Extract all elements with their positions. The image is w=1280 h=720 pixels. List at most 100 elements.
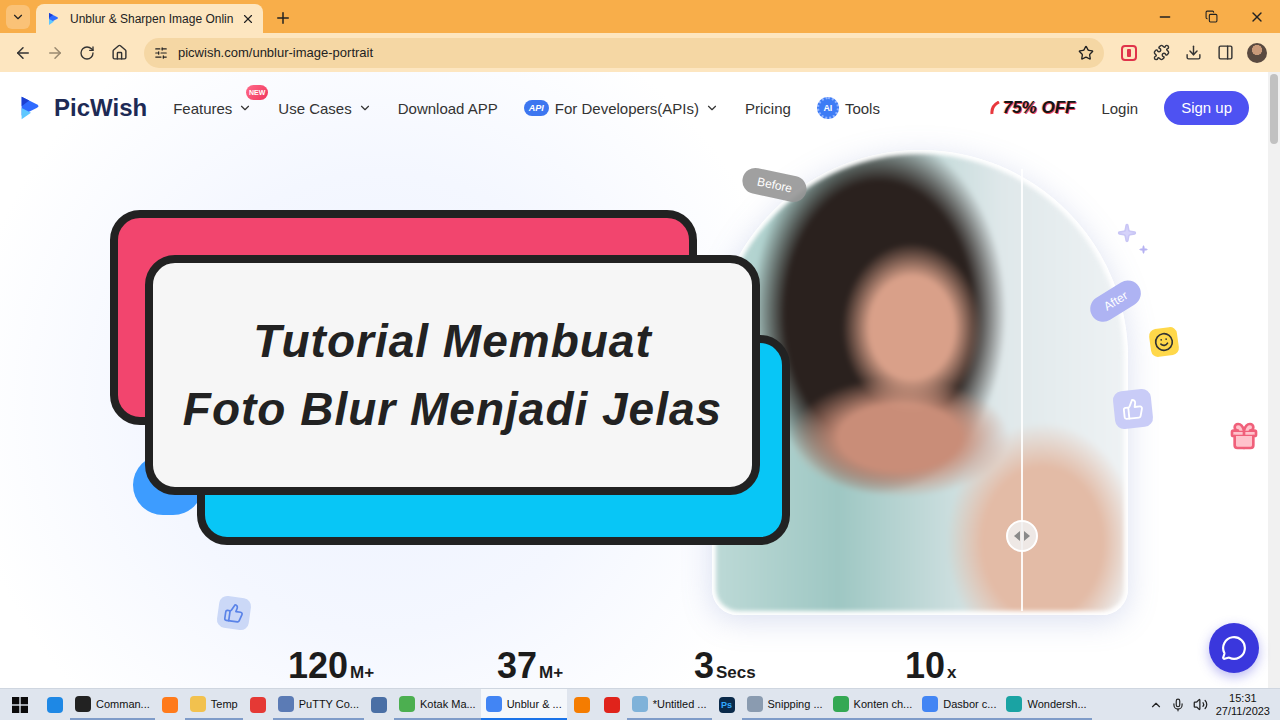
scrollbar[interactable] xyxy=(1268,72,1280,688)
taskbar-app[interactable]: Ps xyxy=(712,689,742,720)
taskbar-app[interactable] xyxy=(155,689,185,720)
stat-value: 37 xyxy=(497,646,537,686)
app-icon xyxy=(278,696,294,712)
taskbar-window[interactable]: *Untitled ... xyxy=(627,689,712,720)
taskbar-app[interactable] xyxy=(364,689,394,720)
reload-button[interactable] xyxy=(72,38,102,68)
title-card: Tutorial MembuatFoto Blur Menjadi Jelas xyxy=(145,255,760,495)
app-icon xyxy=(604,697,620,713)
taskbar-app[interactable] xyxy=(40,689,70,720)
clock[interactable]: 15:3127/11/2023 xyxy=(1212,689,1280,720)
close-window-button[interactable] xyxy=(1234,0,1280,33)
side-panel-button[interactable] xyxy=(1210,38,1240,68)
ribbon-icon xyxy=(989,101,1001,115)
forward-button[interactable] xyxy=(40,38,70,68)
taskbar-window[interactable]: Kotak Ma... xyxy=(394,689,481,720)
thumbs-up-icon xyxy=(223,602,246,625)
browser-tab[interactable]: Unblur & Sharpen Image Onlin xyxy=(36,4,263,33)
nav-label: Features xyxy=(173,100,232,117)
microphone-icon[interactable] xyxy=(1171,698,1185,712)
promo-text: 75% OFF xyxy=(1003,98,1076,118)
thumbs-up-decoration xyxy=(216,595,252,631)
site-info-icon[interactable] xyxy=(154,46,168,60)
stat-unit: M+ xyxy=(539,663,563,683)
taskbar-window[interactable]: Dasbor c... xyxy=(917,689,1001,720)
sparkle-decoration xyxy=(1138,244,1148,254)
minimize-icon xyxy=(1157,9,1173,25)
app-icon xyxy=(190,696,206,712)
taskbar-window[interactable]: Wondersh... xyxy=(1001,689,1091,720)
star-icon[interactable] xyxy=(1078,45,1094,61)
minimize-button[interactable] xyxy=(1142,0,1188,33)
signup-button[interactable]: Sign up xyxy=(1164,91,1249,125)
tab-search-button[interactable] xyxy=(6,5,30,29)
home-button[interactable] xyxy=(104,38,134,68)
promo-badge[interactable]: 75% OFF xyxy=(989,98,1076,118)
profile-button[interactable] xyxy=(1242,38,1272,68)
restore-button[interactable] xyxy=(1188,0,1234,33)
screen: Unblur & Sharpen Image Onlin picwish.com/… xyxy=(0,0,1280,720)
chevron-down-icon xyxy=(705,101,719,115)
address-bar[interactable]: picwish.com/unblur-image-portrait xyxy=(144,38,1104,68)
smiley-decoration xyxy=(1148,326,1180,358)
taskbar-label: *Untitled ... xyxy=(653,698,707,710)
taskbar-window[interactable]: Konten ch... xyxy=(828,689,918,720)
restore-icon xyxy=(1205,10,1218,23)
window-controls xyxy=(1142,0,1280,33)
extensions-button[interactable] xyxy=(1146,38,1176,68)
nav-label: For Developers(APIs) xyxy=(555,100,699,117)
volume-icon[interactable] xyxy=(1193,697,1208,712)
thumbs-up-decoration xyxy=(1112,388,1154,430)
nav-item[interactable]: Use Cases xyxy=(278,100,371,117)
browser-toolbar: picwish.com/unblur-image-portrait xyxy=(0,33,1280,72)
back-button[interactable] xyxy=(8,38,38,68)
sparkle-icon xyxy=(1117,223,1137,243)
taskbar: Comman... Temp PuTTY Co... Kotak Ma...Unblu… xyxy=(0,688,1280,720)
taskbar-app[interactable] xyxy=(243,689,273,720)
gift-decoration xyxy=(1226,418,1262,454)
start-button[interactable] xyxy=(0,689,40,720)
chat-button[interactable] xyxy=(1209,623,1259,673)
taskbar-label: Temp xyxy=(211,698,238,710)
logo-text: PicWish xyxy=(54,94,147,122)
smile-icon xyxy=(1153,331,1176,354)
compare-handle[interactable] xyxy=(1006,520,1038,552)
taskbar-label: Comman... xyxy=(96,698,150,710)
login-link[interactable]: Login xyxy=(1101,100,1138,117)
taskbar-label: Konten ch... xyxy=(854,698,913,710)
stat-unit: M+ xyxy=(350,663,374,683)
logo[interactable]: PicWish xyxy=(16,93,147,123)
taskbar-app[interactable] xyxy=(597,689,627,720)
plus-icon xyxy=(274,9,292,27)
title-line: Tutorial Membuat xyxy=(253,314,652,368)
extension-button[interactable] xyxy=(1114,38,1144,68)
extension-icon xyxy=(1121,45,1137,61)
taskbar-app[interactable] xyxy=(567,689,597,720)
close-icon[interactable] xyxy=(241,12,255,26)
taskbar-window[interactable]: Snipping ... xyxy=(742,689,828,720)
nav-item[interactable]: Download APP xyxy=(398,100,498,117)
app-icon xyxy=(922,696,938,712)
tab-title: Unblur & Sharpen Image Onlin xyxy=(70,12,233,26)
nav-item[interactable]: AITools xyxy=(817,97,880,119)
avatar-icon xyxy=(1247,43,1267,63)
taskbar-window[interactable]: Comman... xyxy=(70,689,155,720)
nav-item[interactable]: APIFor Developers(APIs) xyxy=(524,100,719,117)
scroll-thumb[interactable] xyxy=(1270,74,1278,144)
home-icon xyxy=(111,44,128,61)
nav-item[interactable]: FeaturesNEW xyxy=(173,100,252,117)
taskbar-label: Dasbor c... xyxy=(943,698,996,710)
tutorial-title-overlay: Tutorial MembuatFoto Blur Menjadi Jelas xyxy=(110,210,790,545)
stat-value: 10 xyxy=(905,646,945,686)
chevron-up-icon[interactable] xyxy=(1149,698,1163,712)
taskbar-window[interactable]: PuTTY Co... xyxy=(273,689,364,720)
new-tab-button[interactable] xyxy=(269,4,297,32)
taskbar-window[interactable]: Unblur & ... xyxy=(481,689,567,720)
downloads-button[interactable] xyxy=(1178,38,1208,68)
nav-label: Pricing xyxy=(745,100,791,117)
nav-item[interactable]: Pricing xyxy=(745,100,791,117)
taskbar-label: PuTTY Co... xyxy=(299,698,359,710)
chevron-down-icon xyxy=(238,101,252,115)
app-icon xyxy=(833,696,849,712)
taskbar-window[interactable]: Temp xyxy=(185,689,243,720)
